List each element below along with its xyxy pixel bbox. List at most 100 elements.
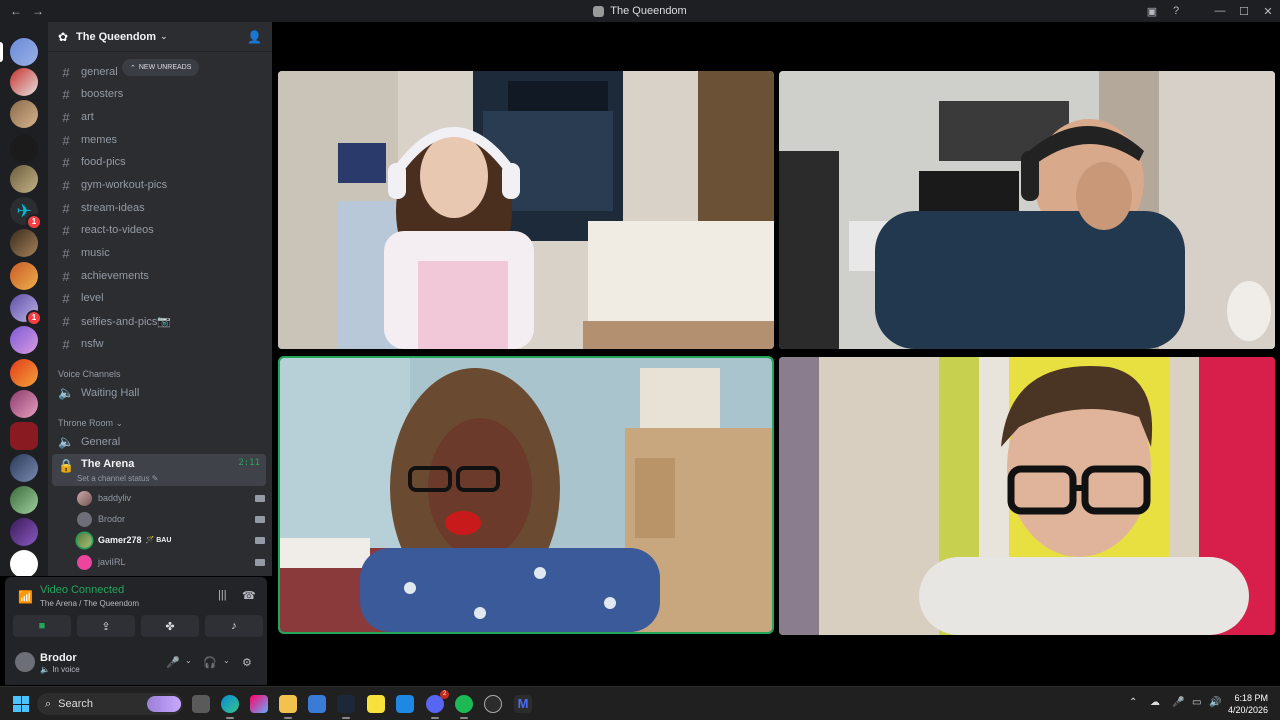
disconnect-icon[interactable]: ☎ <box>242 589 256 602</box>
microphone-icon[interactable]: 🎤 <box>166 656 180 669</box>
sticky-notes-icon[interactable] <box>367 695 385 713</box>
voice-user-brodor[interactable]: Brodor <box>77 509 265 529</box>
voice-user-gamer278[interactable]: Gamer278 🪄 BAU <box>77 530 265 550</box>
taskbar-search[interactable]: ⌕ Search <box>37 693 183 715</box>
microsoft-store-icon[interactable] <box>308 695 326 713</box>
channel-art[interactable]: # art <box>52 106 266 128</box>
bluetooth-app-icon[interactable] <box>396 695 414 713</box>
chevron-up-icon[interactable]: ⌃ <box>1129 697 1137 708</box>
channel-level[interactable]: # level <box>52 287 266 309</box>
channel-food-pics[interactable]: # food-pics <box>52 151 266 173</box>
chevron-down-icon: ⌄ <box>160 31 168 41</box>
connection-location[interactable]: The Arena / The Queendom <box>40 599 139 608</box>
channel-status[interactable]: Set a channel status ✎ <box>77 474 158 483</box>
activities-button[interactable]: ✤ <box>141 615 199 637</box>
chevron-down-icon[interactable]: ⌄ <box>223 656 230 665</box>
channel-sidebar: ✿ The Queendom ⌄ 👤 ⌃ NEW UNREADS # gener… <box>48 22 272 576</box>
back-arrow-icon[interactable]: ← <box>10 4 22 18</box>
server-icon-17[interactable] <box>10 550 38 576</box>
noise-suppression-icon[interactable]: ||| <box>218 589 227 601</box>
username[interactable]: Brodor <box>40 652 77 664</box>
voice-user-javiirl[interactable]: javiIRL <box>77 552 265 572</box>
channel-boosters[interactable]: # boosters <box>52 83 266 105</box>
server-header[interactable]: ✿ The Queendom ⌄ 👤 <box>48 22 272 52</box>
connection-status[interactable]: Video Connected <box>40 584 124 596</box>
settings-gear-icon[interactable]: ⚙ <box>242 656 252 669</box>
video-grid <box>272 22 1280 686</box>
copilot-icon[interactable] <box>250 695 268 713</box>
video-feed-office <box>779 71 1275 349</box>
hash-icon: # <box>62 109 70 125</box>
discord-icon[interactable]: 2 <box>426 690 449 719</box>
forward-arrow-icon[interactable]: → <box>32 4 44 18</box>
chevron-down-icon[interactable]: ⌄ <box>185 656 192 665</box>
hash-icon: # <box>62 86 70 102</box>
windows-taskbar: ⌕ Search 2 M ⌃ ☁ 🎤 ▭ 🔊 6:18 PM 4/20/2026 <box>0 686 1280 720</box>
channel-nsfw[interactable]: # nsfw <box>52 333 266 355</box>
hash-icon: # <box>62 268 70 284</box>
onedrive-cloud-icon[interactable]: ☁ <box>1150 697 1160 708</box>
hash-icon: # <box>62 200 70 216</box>
video-tile-4[interactable] <box>779 357 1275 635</box>
server-icon-2[interactable] <box>10 68 38 96</box>
server-icon-1[interactable] <box>10 38 38 66</box>
voice-channel-waiting-hall[interactable]: 🔈 Waiting Hall <box>52 382 266 404</box>
video-tile-1[interactable] <box>278 71 774 349</box>
server-icon-16[interactable] <box>10 518 38 546</box>
minimize-button[interactable]: — <box>1208 5 1232 17</box>
screen-share-button[interactable]: ⇪ <box>77 615 135 637</box>
video-tile-2[interactable] <box>779 71 1275 349</box>
server-icon-8[interactable] <box>10 262 38 290</box>
hash-icon: # <box>62 336 70 352</box>
category-throne-room[interactable]: Throne Room ⌄ <box>58 418 123 429</box>
server-icon-10[interactable] <box>10 326 38 354</box>
headphones-icon[interactable]: 🎧 <box>203 656 217 669</box>
soundboard-button[interactable]: ♪ <box>205 615 263 637</box>
microphone-icon[interactable]: 🎤 <box>1172 697 1184 708</box>
server-icon-14[interactable] <box>10 454 38 482</box>
close-button[interactable]: ✕ <box>1256 5 1280 18</box>
system-clock[interactable]: 6:18 PM 4/20/2026 <box>1228 692 1268 716</box>
server-icon-12[interactable] <box>10 390 38 418</box>
channel-music[interactable]: # music <box>52 242 266 264</box>
speaker-icon[interactable]: 🔊 <box>1209 697 1221 708</box>
voice-channel-general[interactable]: 🔈 General <box>52 431 266 453</box>
avatar[interactable] <box>15 652 35 672</box>
channel-achievements[interactable]: # achievements <box>52 265 266 287</box>
server-icon-7[interactable] <box>10 229 38 257</box>
server-icon-13[interactable] <box>10 422 38 450</box>
inbox-icon[interactable]: ▣ <box>1140 5 1164 18</box>
server-icon-15[interactable] <box>10 486 38 514</box>
search-icon: ⌕ <box>45 697 52 710</box>
github-icon[interactable] <box>484 695 502 713</box>
server-icon-4[interactable] <box>10 135 38 163</box>
channel-selfies-and-pics[interactable]: # selfies-and-pics📷 <box>52 310 266 332</box>
channel-stream-ideas[interactable]: # stream-ideas <box>52 197 266 219</box>
maximize-button[interactable]: ☐ <box>1232 5 1256 18</box>
edge-browser-icon[interactable] <box>221 695 239 719</box>
server-icon-11[interactable] <box>10 359 38 387</box>
invite-people-icon[interactable]: 👤 <box>247 30 262 44</box>
avatar <box>77 554 92 570</box>
channel-react-to-videos[interactable]: # react-to-videos <box>52 219 266 241</box>
server-icon <box>593 5 605 17</box>
voice-user-baddyliv[interactable]: baddyliv <box>77 488 265 508</box>
avatar <box>77 490 92 506</box>
channel-general[interactable]: # general <box>52 61 266 83</box>
channel-gym-workout-pics[interactable]: # gym-workout-pics <box>52 174 266 196</box>
start-button[interactable] <box>13 696 29 712</box>
file-explorer-icon[interactable] <box>279 695 297 719</box>
video-feed-colorful-wall <box>779 357 1275 635</box>
spotify-icon[interactable] <box>455 695 473 719</box>
server-icon-5[interactable] <box>10 165 38 193</box>
help-icon[interactable]: ? <box>1164 5 1188 17</box>
video-tile-3-speaking[interactable] <box>278 356 774 634</box>
task-view-icon[interactable] <box>192 695 210 713</box>
camera-toggle-button[interactable]: ■ <box>13 615 71 637</box>
display-icon[interactable]: ▭ <box>1192 697 1201 708</box>
category-voice-channels[interactable]: Voice Channels <box>58 369 121 379</box>
malwarebytes-icon[interactable]: M <box>514 695 532 713</box>
channel-memes[interactable]: # memes <box>52 129 266 151</box>
steam-icon[interactable] <box>337 695 355 719</box>
server-icon-3[interactable] <box>10 100 38 128</box>
